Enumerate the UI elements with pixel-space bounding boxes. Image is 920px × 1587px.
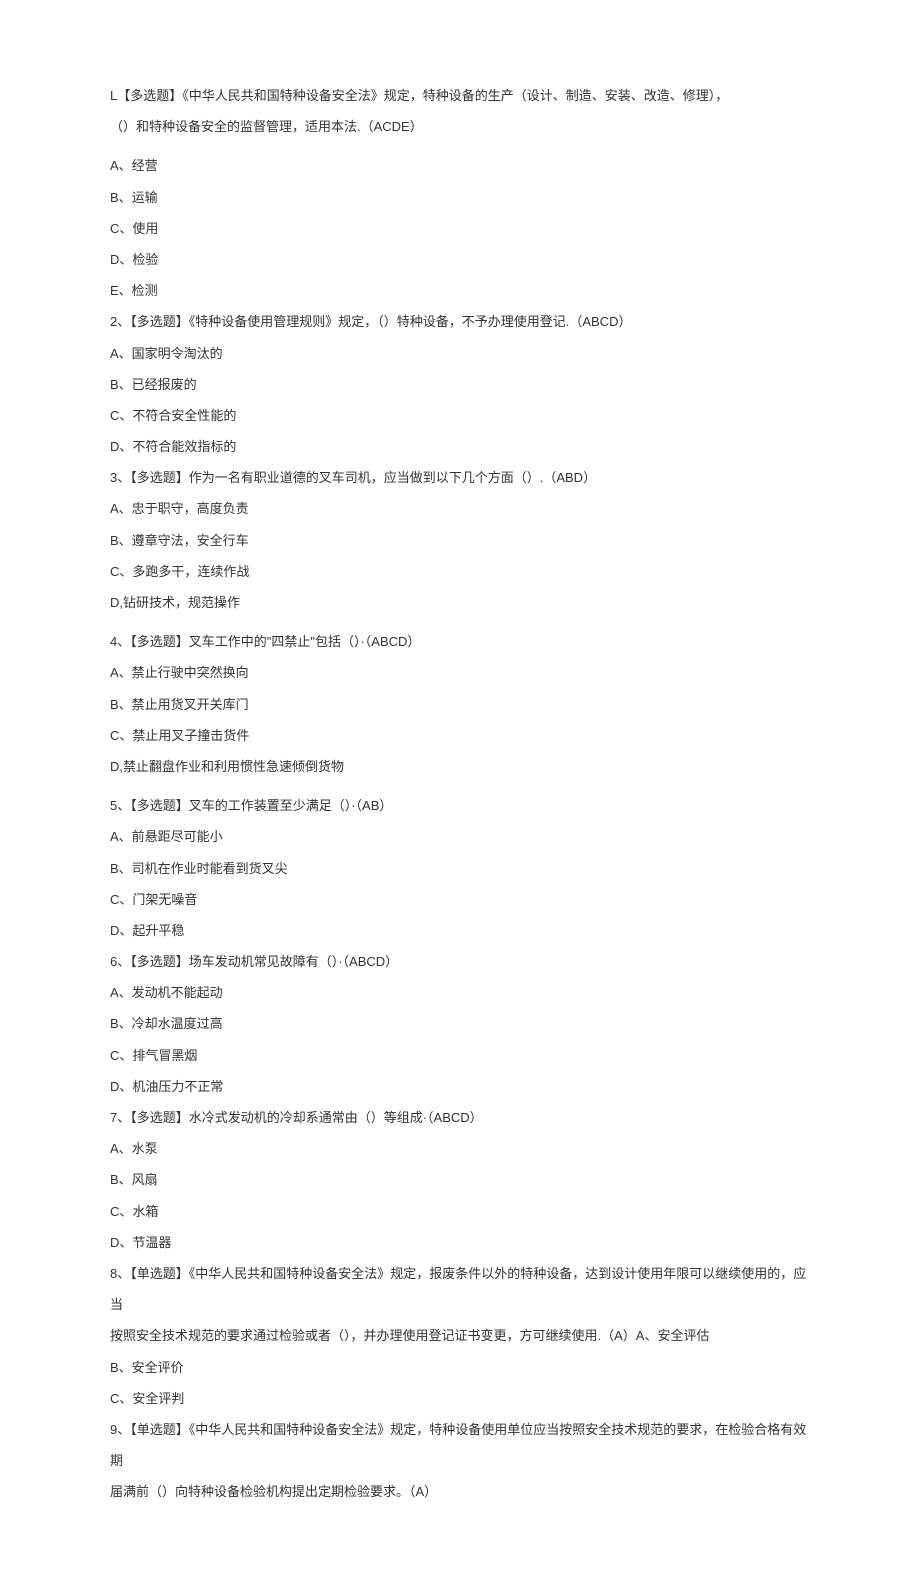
q1-line2: （）和特种设备安全的监督管理，适用本法.（ACDE） — [110, 111, 810, 142]
q2-optB: B、已经报废的 — [110, 369, 810, 400]
q6-optC: C、排气冒黑烟 — [110, 1040, 810, 1071]
q1-optE: E、检测 — [110, 275, 810, 306]
q8-line2: 按照安全技术规范的要求通过检验或者（），并办理使用登记证书变更，方可继续使用.（… — [110, 1320, 810, 1351]
q5-text: 5、【多选题】叉车的工作装置至少满足（）·（AB） — [110, 790, 810, 821]
q3-optA: A、忠于职守，高度负责 — [110, 493, 810, 524]
q1-optD: D、检验 — [110, 244, 810, 275]
q3-optB: B、遵章守法，安全行车 — [110, 525, 810, 556]
q5-optA: A、前悬距尽可能小 — [110, 821, 810, 852]
q5-optC: C、门架无噪音 — [110, 884, 810, 915]
q4-optA: A、禁止行驶中突然换向 — [110, 657, 810, 688]
q7-text: 7、【多选题】水冷式发动机的冷却系通常由（）等组成·（ABCD） — [110, 1102, 810, 1133]
q2-text: 2、【多选题】《特种设备使用管理规则》规定，（）特种设备，不予办理使用登记.（A… — [110, 306, 810, 337]
q1-optA: A、经营 — [110, 150, 810, 181]
q9-line1: 9、【单选题】《中华人民共和国特种设备安全法》规定，特种设备使用单位应当按照安全… — [110, 1414, 810, 1476]
q6-optB: B、冷却水温度过高 — [110, 1008, 810, 1039]
q4-optB: B、禁止用货叉开关库门 — [110, 689, 810, 720]
q3-optC: C、多跑多干，连续作战 — [110, 556, 810, 587]
q1-line1: L【多选题】《中华人民共和国特种设备安全法》规定，特种设备的生产（设计、制造、安… — [110, 80, 810, 111]
q7-optB: B、风扇 — [110, 1164, 810, 1195]
q7-optC: C、水箱 — [110, 1196, 810, 1227]
q5-optD: D、起升平稳 — [110, 915, 810, 946]
q7-optD: D、节温器 — [110, 1227, 810, 1258]
q3-optD: D,钻研技术，规范操作 — [110, 587, 810, 618]
q1-optB: B、运输 — [110, 182, 810, 213]
q8-optC: C、安全评判 — [110, 1383, 810, 1414]
q8-optB: B、安全评价 — [110, 1352, 810, 1383]
q3-text: 3、【多选题】作为一名有职业道德的叉车司机，应当做到以下几个方面（）.（ABD） — [110, 462, 810, 493]
q4-optD: D,禁止翻盘作业和利用惯性急速倾倒货物 — [110, 751, 810, 782]
q1-optC: C、使用 — [110, 213, 810, 244]
q6-text: 6、【多选题】场车发动机常见故障有（）·（ABCD） — [110, 946, 810, 977]
q6-optA: A、发动机不能起动 — [110, 977, 810, 1008]
q6-optD: D、机油压力不正常 — [110, 1071, 810, 1102]
q2-optD: D、不符合能效指标的 — [110, 431, 810, 462]
q7-optA: A、水泵 — [110, 1133, 810, 1164]
q8-line1: 8、【单选题】《中华人民共和国特种设备安全法》规定，报废条件以外的特种设备，达到… — [110, 1258, 810, 1320]
q4-optC: C、禁止用叉子撞击货件 — [110, 720, 810, 751]
q4-text: 4、【多选题】叉车工作中的"四禁止"包括（）·（ABCD） — [110, 626, 810, 657]
q2-optC: C、不符合安全性能的 — [110, 400, 810, 431]
q9-line2: 届满前（）向特种设备检验机构提出定期检验要求。（A） — [110, 1476, 810, 1507]
q5-optB: B、司机在作业时能看到货叉尖 — [110, 853, 810, 884]
q2-optA: A、国家明令淘汰的 — [110, 338, 810, 369]
